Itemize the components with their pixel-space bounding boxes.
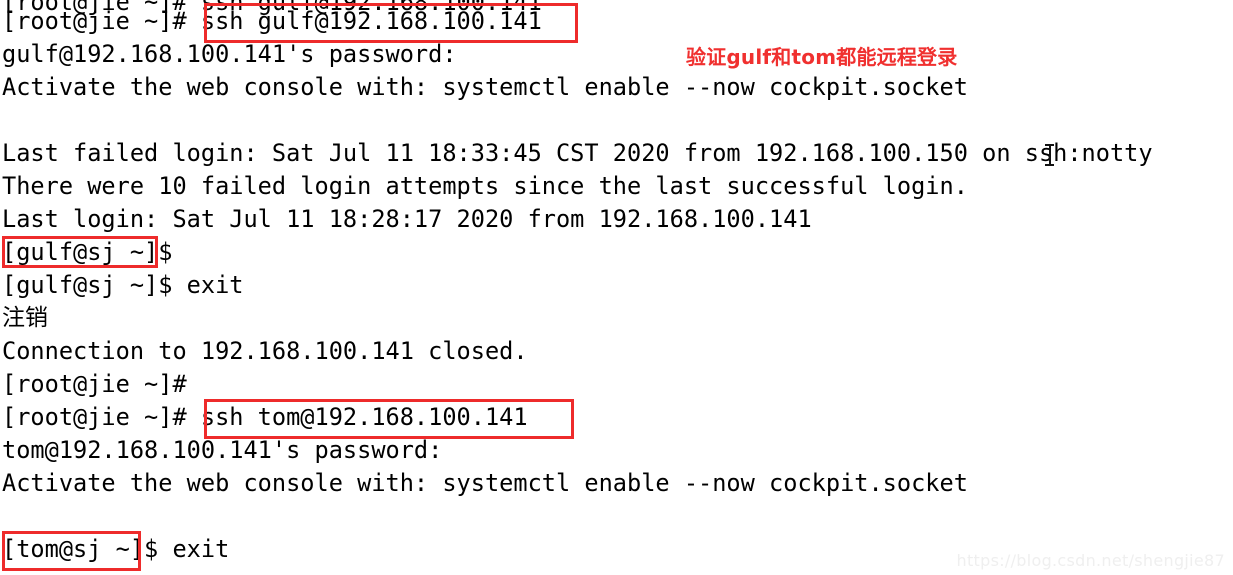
terminal-line: [gulf@sj ~]$ exit: [2, 271, 244, 299]
terminal-line: [root@jie ~]# ssh tom@192.168.100.141: [2, 403, 528, 431]
terminal-line: Activate the web console with: systemctl…: [2, 73, 968, 101]
terminal-line: [root@jie ~]# ssh gulf@192.168.100.141: [2, 7, 542, 35]
annotation-note-text: 验证gulf和tom都能远程登录: [686, 45, 958, 69]
terminal-line: Activate the web console with: systemctl…: [2, 469, 968, 497]
terminal-line: [root@jie ~]#: [2, 370, 187, 398]
terminal-line: tom@192.168.100.141's password:: [2, 436, 443, 464]
terminal-line: [tom@sj ~]$ exit: [2, 535, 230, 563]
terminal-line: Last login: Sat Jul 11 18:28:17 2020 fro…: [2, 205, 812, 233]
terminal-line: 注销: [2, 305, 48, 331]
terminal-line: Connection to 192.168.100.141 closed.: [2, 337, 528, 365]
terminal-line: There were 10 failed login attempts sinc…: [2, 172, 968, 200]
terminal-line: gulf@192.168.100.141's password:: [2, 40, 457, 68]
terminal-line: [gulf@sj ~]$: [2, 238, 173, 266]
terminal-window[interactable]: [root@jie ~]# ssh gulf@192.168.100.141 [r…: [0, 0, 1233, 575]
terminal-line: Last failed login: Sat Jul 11 18:33:45 C…: [2, 139, 1153, 167]
watermark-text: https://blog.csdn.net/shengjie87: [956, 551, 1225, 570]
